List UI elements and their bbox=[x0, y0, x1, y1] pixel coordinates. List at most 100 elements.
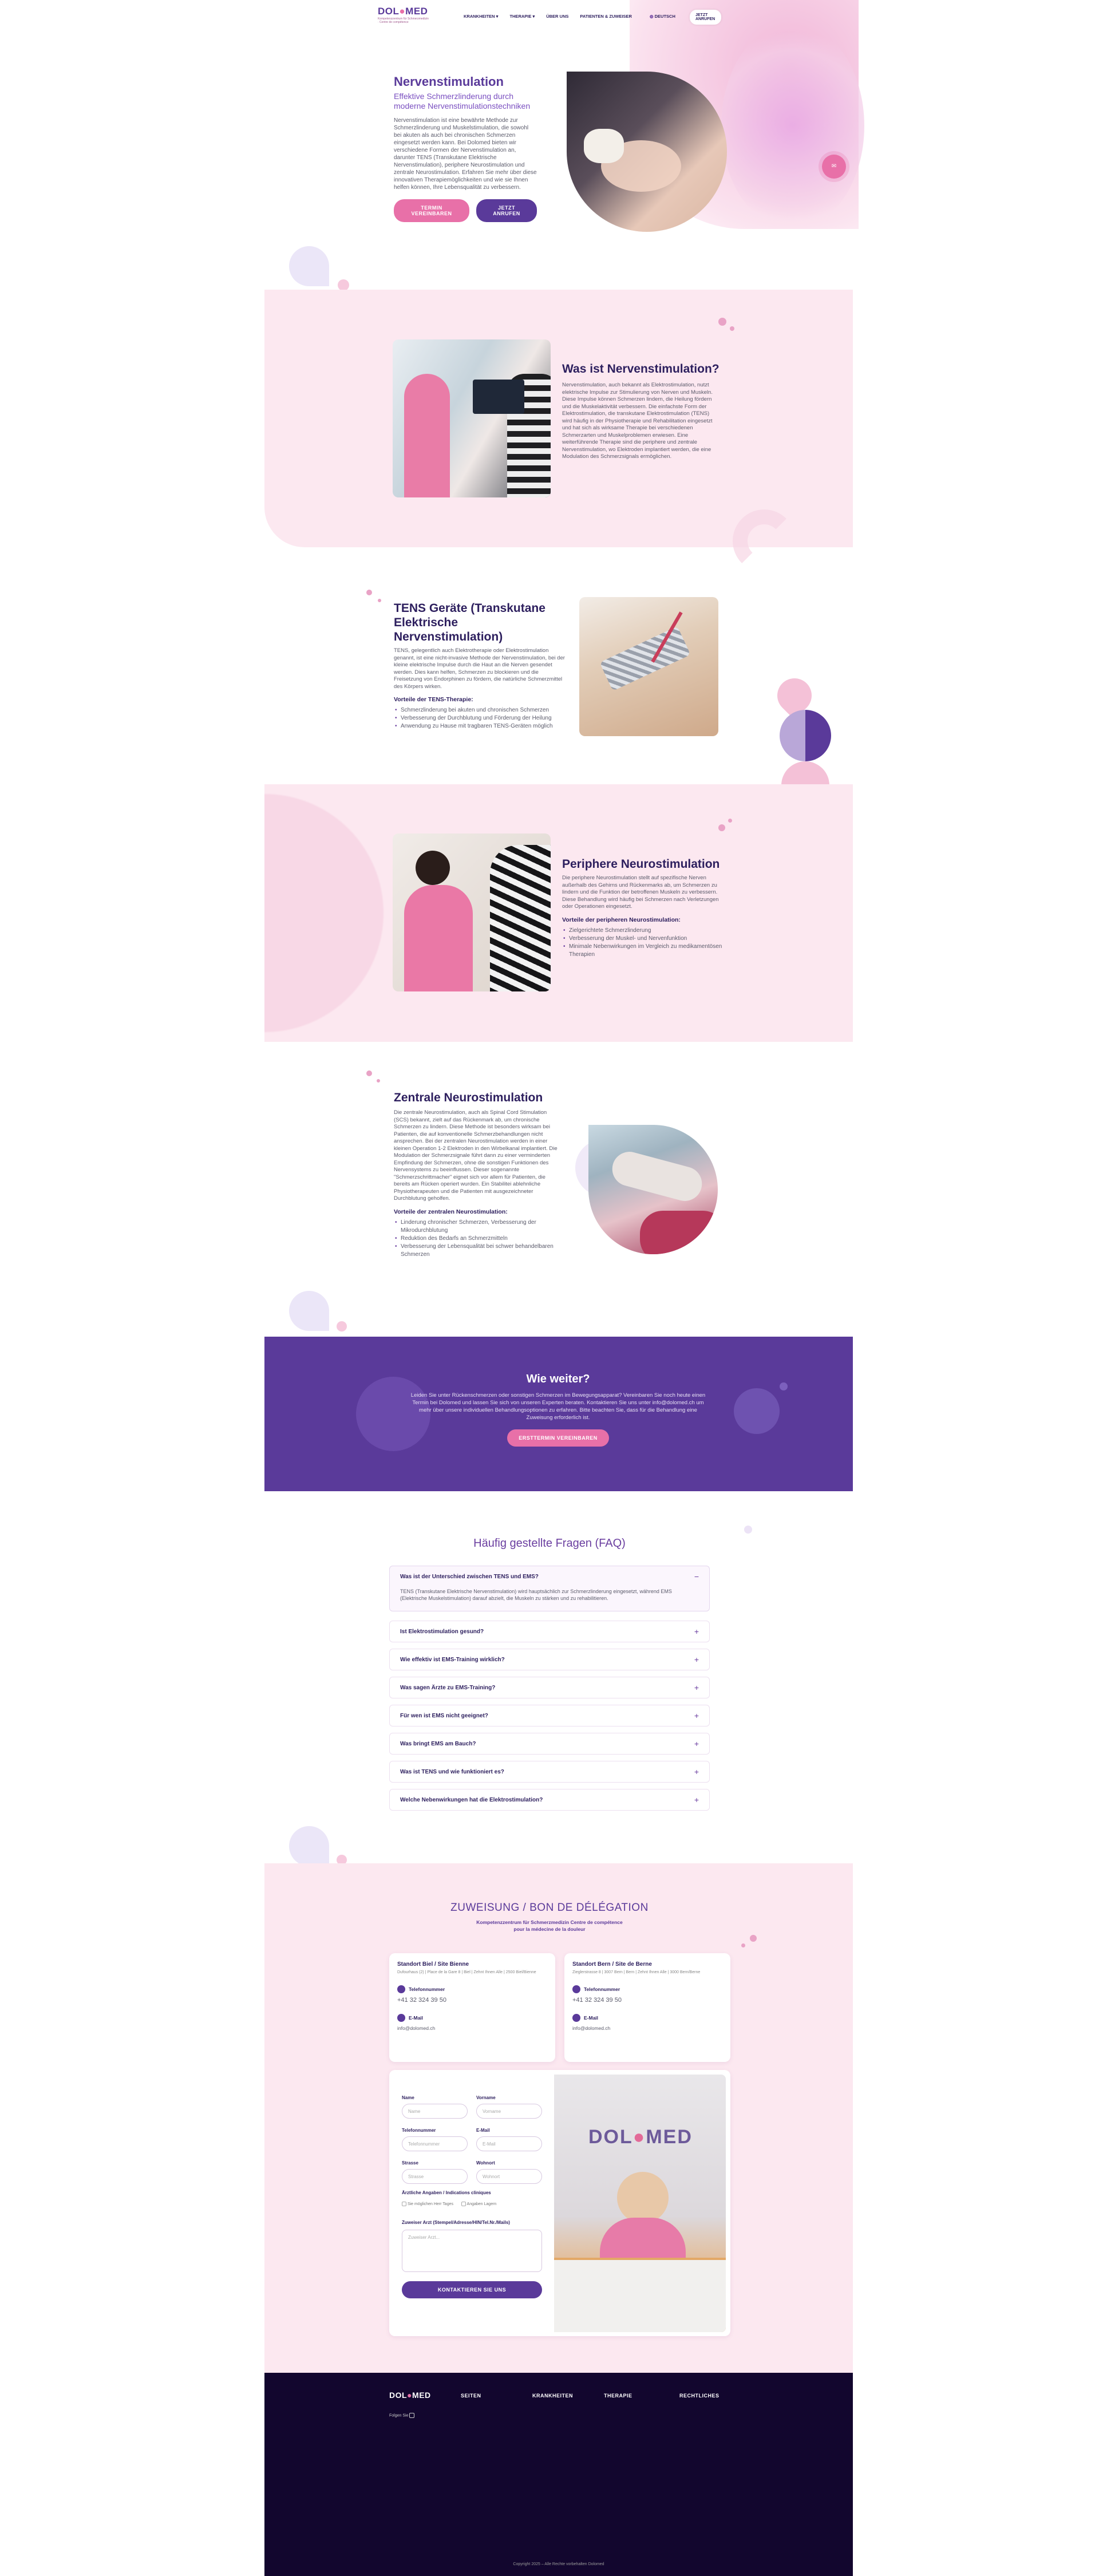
list-item: Schmerzlinderung bei akuten und chronisc… bbox=[394, 706, 566, 714]
decor-dot bbox=[378, 599, 381, 602]
referring-doctor-textarea[interactable]: Zuweiser Arzt... bbox=[402, 2230, 542, 2272]
faq-item[interactable]: Was bringt EMS am Bauch? + bbox=[389, 1733, 710, 1755]
tens-benefits-title: Vorteile der TENS-Therapie: bbox=[394, 696, 473, 703]
book-appointment-button[interactable]: TERMIN VEREINBAREN bbox=[394, 199, 469, 222]
faq-title: Häufig gestellte Fragen (FAQ) bbox=[473, 1537, 626, 1550]
minus-icon[interactable]: − bbox=[694, 1572, 699, 1581]
copyright: Copyright 2025 – Alle Rechte vorbehalten… bbox=[513, 2562, 604, 2566]
next-steps-body: Leiden Sie unter Rückenschmerzen oder so… bbox=[410, 1392, 706, 1421]
language-switcher[interactable]: ◍ DEUTSCH bbox=[650, 14, 675, 19]
checkbox-2[interactable]: Angaben Lagern bbox=[461, 2202, 496, 2206]
central-benefits-list: Linderung chronischer Schmerzen, Verbess… bbox=[394, 1219, 560, 1259]
phone-icon bbox=[397, 1985, 405, 1993]
email-address[interactable]: info@dolomed.ch bbox=[572, 2025, 722, 2031]
plus-icon: + bbox=[694, 1711, 699, 1720]
linkedin-icon[interactable] bbox=[409, 2413, 415, 2418]
peripheral-text: Periphere Neurostimulation Die periphere… bbox=[562, 857, 725, 959]
site-logo[interactable]: DOL●MED bbox=[378, 6, 428, 17]
phone-label: Telefonnummer bbox=[402, 2128, 436, 2133]
checkbox-icon[interactable] bbox=[461, 2202, 466, 2206]
plus-icon: + bbox=[694, 1627, 699, 1636]
list-item: Verbesserung der Lebensqualität bei schw… bbox=[394, 1243, 560, 1259]
decor-shape bbox=[289, 1826, 329, 1866]
faq-item[interactable]: Wie effektiv ist EMS-Training wirklich? + bbox=[389, 1649, 710, 1670]
list-item: Verbesserung der Durchblutung und Förder… bbox=[394, 714, 566, 722]
checkbox-label: Sie möglichen Herr Tages bbox=[407, 2202, 453, 2206]
faq-answer: TENS (Transkutane Elektrische Nervenstim… bbox=[400, 1589, 672, 1601]
hero-text: Nervenstimulation Effektive Schmerzlinde… bbox=[394, 74, 537, 222]
location-card-biel: Standort Biel / Site Bienne Dufourhaus (… bbox=[389, 1953, 555, 2062]
faq-item[interactable]: Was sagen Ärzte zu EMS-Training? + bbox=[389, 1677, 710, 1698]
phone-icon bbox=[572, 1985, 580, 1993]
phone-number[interactable]: +41 32 324 39 50 bbox=[397, 1997, 547, 2004]
decor-dot bbox=[366, 590, 372, 595]
firstname-input[interactable]: Vorname bbox=[476, 2104, 542, 2119]
first-appointment-button[interactable]: ERSTTERMIN VEREINBAREN bbox=[507, 1429, 609, 1447]
plus-icon: + bbox=[694, 1795, 699, 1804]
decor-dot bbox=[741, 1943, 745, 1947]
faq-question: Welche Nebenwirkungen hat die Elektrosti… bbox=[400, 1797, 543, 1803]
location-address: Dufourhaus (2) | Place de la Gare 8 | Bi… bbox=[397, 1970, 536, 1974]
decor-dot bbox=[366, 1070, 372, 1076]
email-input[interactable]: E-Mail bbox=[476, 2136, 542, 2151]
plus-icon: + bbox=[694, 1767, 699, 1776]
faq-item[interactable]: Was ist TENS und wie funktioniert es? + bbox=[389, 1761, 710, 1783]
checkbox-label: Angaben Lagern bbox=[467, 2202, 497, 2206]
list-item: Minimale Nebenwirkungen im Vergleich zu … bbox=[562, 943, 725, 959]
doctor-consultation-image bbox=[393, 339, 551, 497]
what-is-text: Was ist Nervenstimulation? Nervenstimula… bbox=[562, 362, 720, 461]
faq-item[interactable]: Ist Elektrostimulation gesund? + bbox=[389, 1621, 710, 1642]
faq-item-open[interactable]: Was ist der Unterschied zwischen TENS un… bbox=[389, 1566, 710, 1611]
plus-icon: + bbox=[694, 1683, 699, 1692]
central-text: Zentrale Neurostimulation Die zentrale N… bbox=[394, 1091, 560, 1259]
faq-question: Was ist der Unterschied zwischen TENS un… bbox=[400, 1574, 539, 1580]
language-label: DEUTSCH bbox=[654, 14, 675, 19]
phone-number[interactable]: +41 32 324 39 50 bbox=[572, 1997, 722, 2004]
faq-question: Was ist TENS und wie funktioniert es? bbox=[400, 1769, 504, 1775]
faq-question: Ist Elektrostimulation gesund? bbox=[400, 1629, 484, 1635]
footer-logo[interactable]: DOL●MED bbox=[389, 2391, 431, 2400]
footer bbox=[264, 2373, 853, 2576]
next-steps-content: Wie weiter? Leiden Sie unter Rückenschme… bbox=[406, 1373, 710, 1447]
firstname-label: Vorname bbox=[476, 2095, 496, 2100]
email-icon bbox=[572, 2014, 580, 2022]
referral-subtitle: Kompetenzzentrum für Schmerzmedizin Cent… bbox=[476, 1919, 623, 1932]
submit-button[interactable]: KONTAKTIEREN SIE UNS bbox=[402, 2281, 542, 2298]
street-input[interactable]: Strasse bbox=[402, 2169, 468, 2184]
decor-dot bbox=[718, 824, 725, 831]
call-now-hero-button[interactable]: JETZT ANRUFEN bbox=[476, 199, 537, 222]
decor-dot bbox=[730, 326, 734, 331]
list-item: Reduktion des Bedarfs an Schmerzmitteln bbox=[394, 1235, 560, 1243]
city-input[interactable]: Wohnort bbox=[476, 2169, 542, 2184]
floating-chat-button[interactable]: ✉ bbox=[822, 155, 846, 179]
checkbox-1[interactable]: Sie möglichen Herr Tages bbox=[402, 2202, 453, 2206]
decor-shape bbox=[289, 1291, 329, 1331]
checkbox-icon[interactable] bbox=[402, 2202, 406, 2206]
footer-col-pages: SEITEN bbox=[461, 2393, 481, 2399]
tens-body: TENS, gelegentlich auch Elektrotherapie … bbox=[394, 647, 565, 690]
referral-title: ZUWEISUNG / BON DE DÉLÉGATION bbox=[450, 1902, 649, 1914]
referral-header: ZUWEISUNG / BON DE DÉLÉGATION Kompetenzz… bbox=[389, 1902, 710, 1933]
decor-half bbox=[781, 761, 829, 785]
phone-input[interactable]: Telefonnummer bbox=[402, 2136, 468, 2151]
call-now-button[interactable]: JETZT ANRUFEN bbox=[690, 10, 721, 25]
main-menu: KRANKHEITEN ▾ THERAPIE ▾ ÜBER UNS PATIEN… bbox=[464, 14, 632, 19]
faq-item[interactable]: Welche Nebenwirkungen hat die Elektrosti… bbox=[389, 1789, 710, 1811]
menu-item-patienten[interactable]: PATIENTEN & ZUWEISER bbox=[580, 14, 632, 19]
menu-item-krankheiten[interactable]: KRANKHEITEN ▾ bbox=[464, 14, 498, 19]
decor-dot bbox=[744, 1526, 752, 1534]
faq-item[interactable]: Für wen ist EMS nicht geeignet? + bbox=[389, 1705, 710, 1726]
phone-label: Telefonnummer bbox=[409, 1986, 445, 1992]
menu-item-ueber-uns[interactable]: ÜBER UNS bbox=[546, 14, 568, 19]
email-address[interactable]: info@dolomed.ch bbox=[397, 2025, 547, 2031]
menu-item-therapie[interactable]: THERAPIE ▾ bbox=[509, 14, 535, 19]
peripheral-title: Periphere Neurostimulation bbox=[562, 858, 720, 871]
email-label: E-Mail bbox=[409, 2015, 424, 2021]
decor-dot bbox=[377, 1079, 380, 1082]
faq-question: Was bringt EMS am Bauch? bbox=[400, 1741, 476, 1747]
name-input[interactable]: Name bbox=[402, 2104, 468, 2119]
decor-dot bbox=[728, 819, 732, 823]
hero-blob bbox=[721, 23, 864, 229]
faq-question: Für wen ist EMS nicht geeignet? bbox=[400, 1713, 488, 1719]
peripheral-benefits-title: Vorteile der peripheren Neurostimulation… bbox=[562, 916, 681, 923]
